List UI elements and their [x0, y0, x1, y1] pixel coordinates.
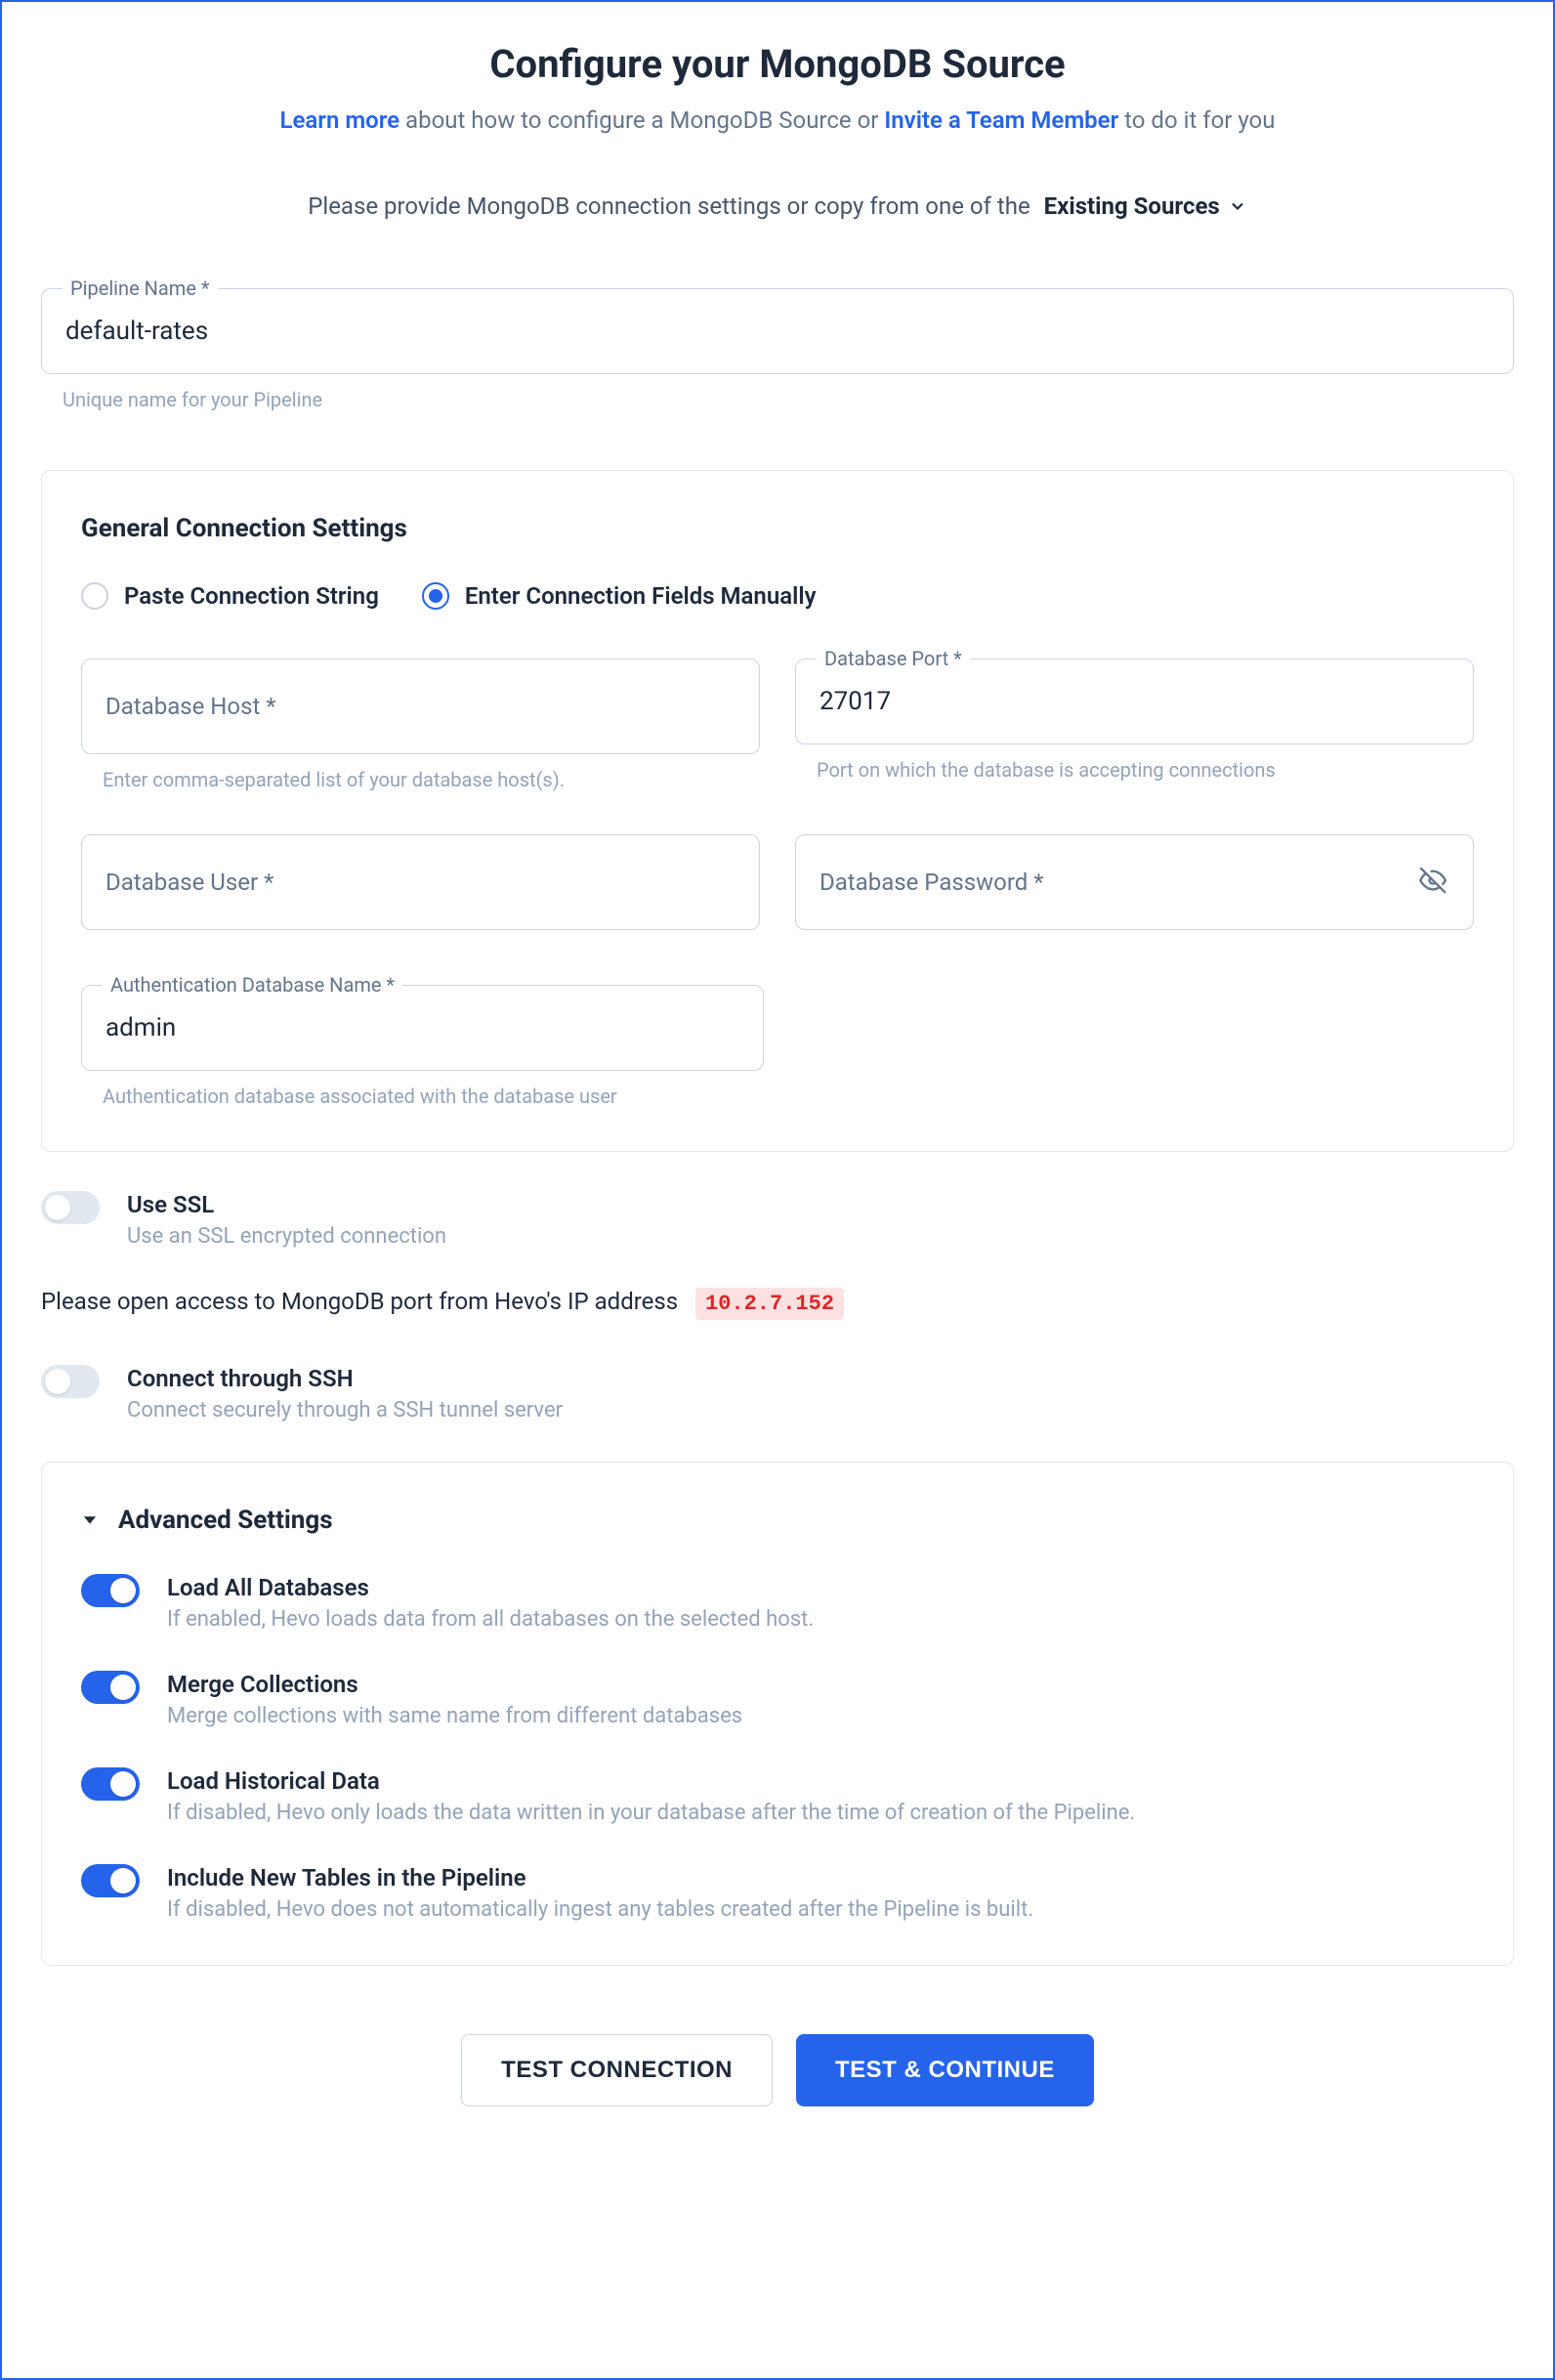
footer-buttons: TEST CONNECTION TEST & CONTINUE [41, 2034, 1514, 2106]
load-historical-toggle[interactable] [81, 1767, 140, 1801]
ip-address-code: 10.2.7.152 [695, 1288, 844, 1320]
database-user-input[interactable]: Database User * [81, 834, 760, 930]
page-header: Configure your MongoDB Source Learn more… [41, 41, 1514, 134]
general-panel-title: General Connection Settings [81, 514, 1474, 543]
pipeline-name-input[interactable]: default-rates [41, 288, 1514, 374]
include-new-tables-toggle[interactable] [81, 1864, 140, 1897]
load-all-databases-label: Load All Databases [167, 1574, 814, 1601]
database-port-input[interactable]: 27017 [795, 659, 1474, 744]
load-historical-label: Load Historical Data [167, 1767, 1135, 1795]
database-port-label: Database Port * [817, 647, 970, 670]
header-subtitle: Learn more about how to configure a Mong… [41, 106, 1514, 134]
database-port-helper: Port on which the database is accepting … [817, 758, 1474, 782]
copy-settings-line: Please provide MongoDB connection settin… [41, 192, 1514, 220]
radio-selected-icon [422, 582, 449, 610]
include-new-tables-desc: If disabled, Hevo does not automatically… [167, 1897, 1033, 1922]
database-user-field: Database User * [81, 834, 760, 930]
database-host-input[interactable]: Database Host * [81, 659, 760, 754]
ssl-label: Use SSL [127, 1191, 446, 1218]
eye-off-icon[interactable] [1419, 867, 1447, 898]
auth-database-input[interactable]: admin [81, 985, 764, 1071]
caret-down-icon [81, 1511, 99, 1529]
auth-database-helper: Authentication database associated with … [103, 1084, 1474, 1108]
database-password-field: Database Password * [795, 834, 1474, 930]
ssh-toggle[interactable] [41, 1365, 100, 1398]
include-new-tables-row: Include New Tables in the Pipeline If di… [81, 1864, 1474, 1922]
advanced-settings-panel: Advanced Settings Load All Databases If … [41, 1462, 1514, 1966]
existing-sources-dropdown[interactable]: Existing Sources [1044, 192, 1247, 220]
radio-manual-fields[interactable]: Enter Connection Fields Manually [422, 582, 817, 610]
include-new-tables-label: Include New Tables in the Pipeline [167, 1864, 1033, 1891]
radio-paste-string[interactable]: Paste Connection String [81, 582, 379, 610]
database-port-field: Database Port * 27017 [795, 659, 1474, 744]
auth-database-field: Authentication Database Name * admin [81, 985, 764, 1071]
radio-unselected-icon [81, 582, 108, 610]
pipeline-name-helper: Unique name for your Pipeline [63, 388, 1514, 411]
database-password-input[interactable]: Database Password * [795, 834, 1474, 930]
auth-database-label: Authentication Database Name * [103, 973, 402, 997]
pipeline-name-label: Pipeline Name * [63, 276, 218, 300]
test-continue-button[interactable]: TEST & CONTINUE [796, 2034, 1094, 2106]
merge-collections-label: Merge Collections [167, 1671, 742, 1698]
load-all-databases-toggle[interactable] [81, 1574, 140, 1607]
test-connection-button[interactable]: TEST CONNECTION [461, 2034, 773, 2106]
load-historical-desc: If disabled, Hevo only loads the data wr… [167, 1801, 1135, 1825]
general-connection-panel: General Connection Settings Paste Connec… [41, 470, 1514, 1152]
page-title: Configure your MongoDB Source [41, 41, 1514, 87]
pipeline-name-field: Pipeline Name * default-rates [41, 288, 1514, 374]
advanced-header[interactable]: Advanced Settings [81, 1506, 1474, 1535]
ssh-desc: Connect securely through a SSH tunnel se… [127, 1398, 563, 1423]
load-historical-row: Load Historical Data If disabled, Hevo o… [81, 1767, 1474, 1825]
ssh-toggle-row: Connect through SSH Connect securely thr… [41, 1365, 1514, 1423]
ssl-desc: Use an SSL encrypted connection [127, 1224, 446, 1249]
ip-access-line: Please open access to MongoDB port from … [41, 1288, 1514, 1316]
learn-more-link[interactable]: Learn more [280, 106, 400, 134]
load-all-databases-desc: If enabled, Hevo loads data from all dat… [167, 1607, 814, 1632]
ssh-label: Connect through SSH [127, 1365, 563, 1392]
database-host-helper: Enter comma-separated list of your datab… [103, 768, 760, 791]
merge-collections-desc: Merge collections with same name from di… [167, 1704, 742, 1728]
merge-collections-row: Merge Collections Merge collections with… [81, 1671, 1474, 1728]
invite-member-link[interactable]: Invite a Team Member [884, 106, 1118, 134]
database-host-field: Database Host * [81, 659, 760, 754]
ssl-toggle-row: Use SSL Use an SSL encrypted connection [41, 1191, 1514, 1249]
merge-collections-toggle[interactable] [81, 1671, 140, 1704]
chevron-down-icon [1228, 196, 1247, 216]
ssl-toggle[interactable] [41, 1191, 100, 1224]
load-all-databases-row: Load All Databases If enabled, Hevo load… [81, 1574, 1474, 1632]
